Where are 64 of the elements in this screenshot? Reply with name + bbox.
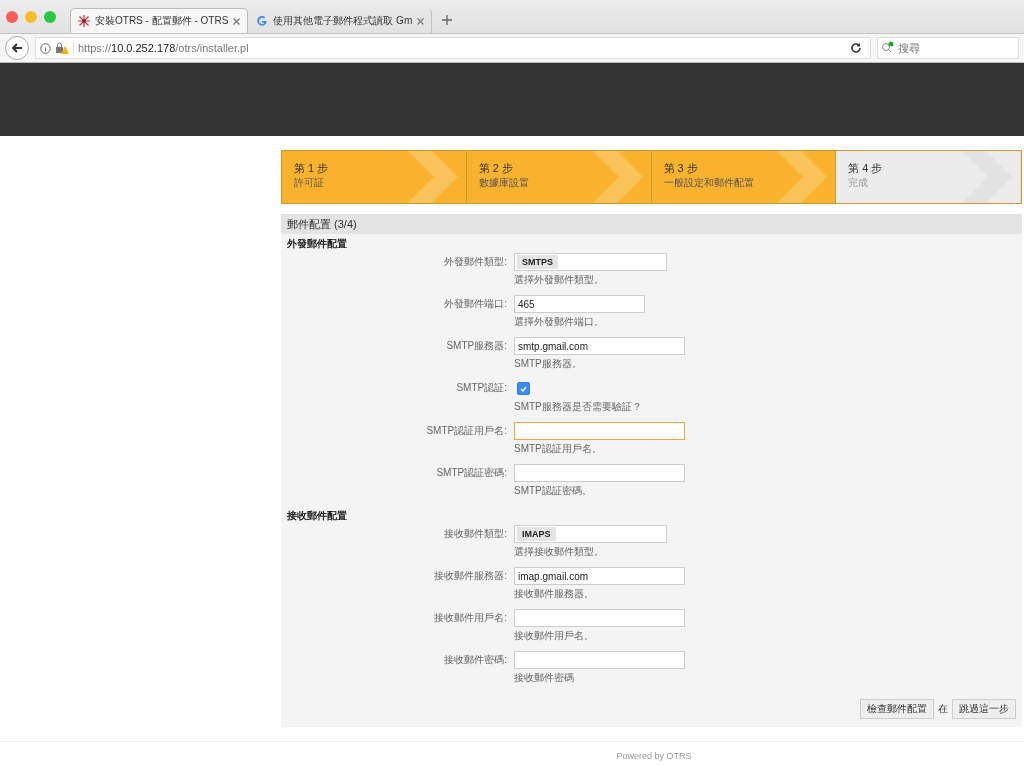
field-label: SMTP認証: — [455, 381, 507, 395]
field-hint: 選擇接收郵件類型。 — [514, 546, 605, 558]
step-subtitle: 一般設定和郵件配置 — [663, 176, 755, 190]
back-arrow-icon — [11, 42, 23, 54]
field-label: 接收郵件用戶名: — [433, 611, 507, 625]
address-bar[interactable]: https://10.0.252.178/otrs/installer.pl — [35, 37, 871, 59]
url-text: https://10.0.252.178/otrs/installer.pl — [73, 42, 249, 54]
field-label: SMTP認証密碼: — [435, 466, 507, 480]
field-hint: SMTP認証用戶名。 — [514, 443, 603, 455]
skip-button[interactable]: 跳過這一步 — [952, 699, 1016, 719]
step-title: 第 4 步 — [848, 161, 884, 176]
asterisk-logo-icon — [78, 15, 90, 27]
step-subtitle: 完成 — [848, 176, 870, 190]
section-heading: 外發郵件配置 — [286, 237, 348, 251]
reload-icon[interactable] — [850, 42, 862, 54]
input-field[interactable] — [514, 464, 685, 482]
tab-title: 使用其他電子郵件程式讀取 Gm — [273, 14, 413, 28]
field-hint: 接收郵件服務器。 — [514, 588, 595, 600]
field-hint: 接收郵件密碼 — [514, 672, 575, 684]
maximize-window-icon[interactable] — [44, 10, 56, 23]
close-tab-icon[interactable] — [233, 17, 241, 25]
g-logo-icon — [256, 15, 269, 27]
field-hint: 選擇外發郵件端口。 — [514, 316, 605, 328]
field-label: 接收郵件類型: — [443, 527, 507, 541]
field-label: SMTP認証用戶名: — [425, 424, 507, 438]
close-window-icon[interactable] — [6, 10, 18, 23]
search-icon — [881, 41, 895, 53]
step-title: 第 2 步 — [478, 161, 514, 176]
close-tab-icon[interactable] — [417, 17, 425, 25]
lock-warning-icon[interactable] — [55, 42, 69, 54]
field-label: 外發郵件類型: — [443, 255, 507, 269]
tab-title: 安裝OTRS - 配置郵件 - OTRS — [95, 14, 229, 28]
checkbox[interactable] — [517, 382, 530, 395]
input-field[interactable]: smtp.gmail.com — [514, 337, 685, 355]
info-icon[interactable] — [40, 42, 51, 54]
section-heading: 接收郵件配置 — [286, 509, 348, 523]
search-field[interactable]: 搜尋 — [877, 37, 1019, 59]
input-field[interactable]: imap.gmail.com — [514, 567, 685, 585]
separator-text: 在 — [938, 702, 948, 716]
step-subtitle: 數據庫設置 — [478, 176, 530, 190]
check-button[interactable]: 檢查郵件配置 — [860, 699, 934, 719]
input-field[interactable]: 465 — [514, 295, 645, 313]
field-label: 接收郵件密碼: — [443, 653, 507, 667]
step-subtitle: 許可証 — [294, 176, 325, 190]
field-hint: SMTP服務器是否需要驗証？ — [514, 401, 643, 413]
select-field[interactable]: IMAPS — [514, 525, 667, 543]
field-hint: 接收郵件用戶名。 — [514, 630, 595, 642]
panel-title: 郵件配置 (3/4) — [281, 214, 1022, 234]
field-hint: SMTP服務器。 — [514, 358, 583, 370]
select-field[interactable]: SMTPS — [514, 253, 667, 271]
input-field[interactable] — [514, 651, 685, 669]
browser-tab[interactable]: 安裝OTRS - 配置郵件 - OTRS — [70, 8, 249, 33]
input-field[interactable] — [514, 609, 685, 627]
field-hint: SMTP認証密碼。 — [514, 485, 593, 497]
back-button[interactable] — [5, 36, 29, 60]
field-label: 外發郵件端口: — [443, 297, 507, 311]
step-title: 第 1 步 — [294, 161, 330, 176]
footer-text: Powered by OTRS — [0, 741, 1024, 762]
input-field[interactable] — [514, 422, 685, 440]
field-label: SMTP服務器: — [445, 339, 507, 353]
step-title: 第 3 步 — [663, 161, 699, 176]
checkmark-icon — [520, 385, 527, 392]
field-label: 接收郵件服務器: — [433, 569, 507, 583]
field-hint: 選擇外發郵件類型。 — [514, 274, 605, 286]
